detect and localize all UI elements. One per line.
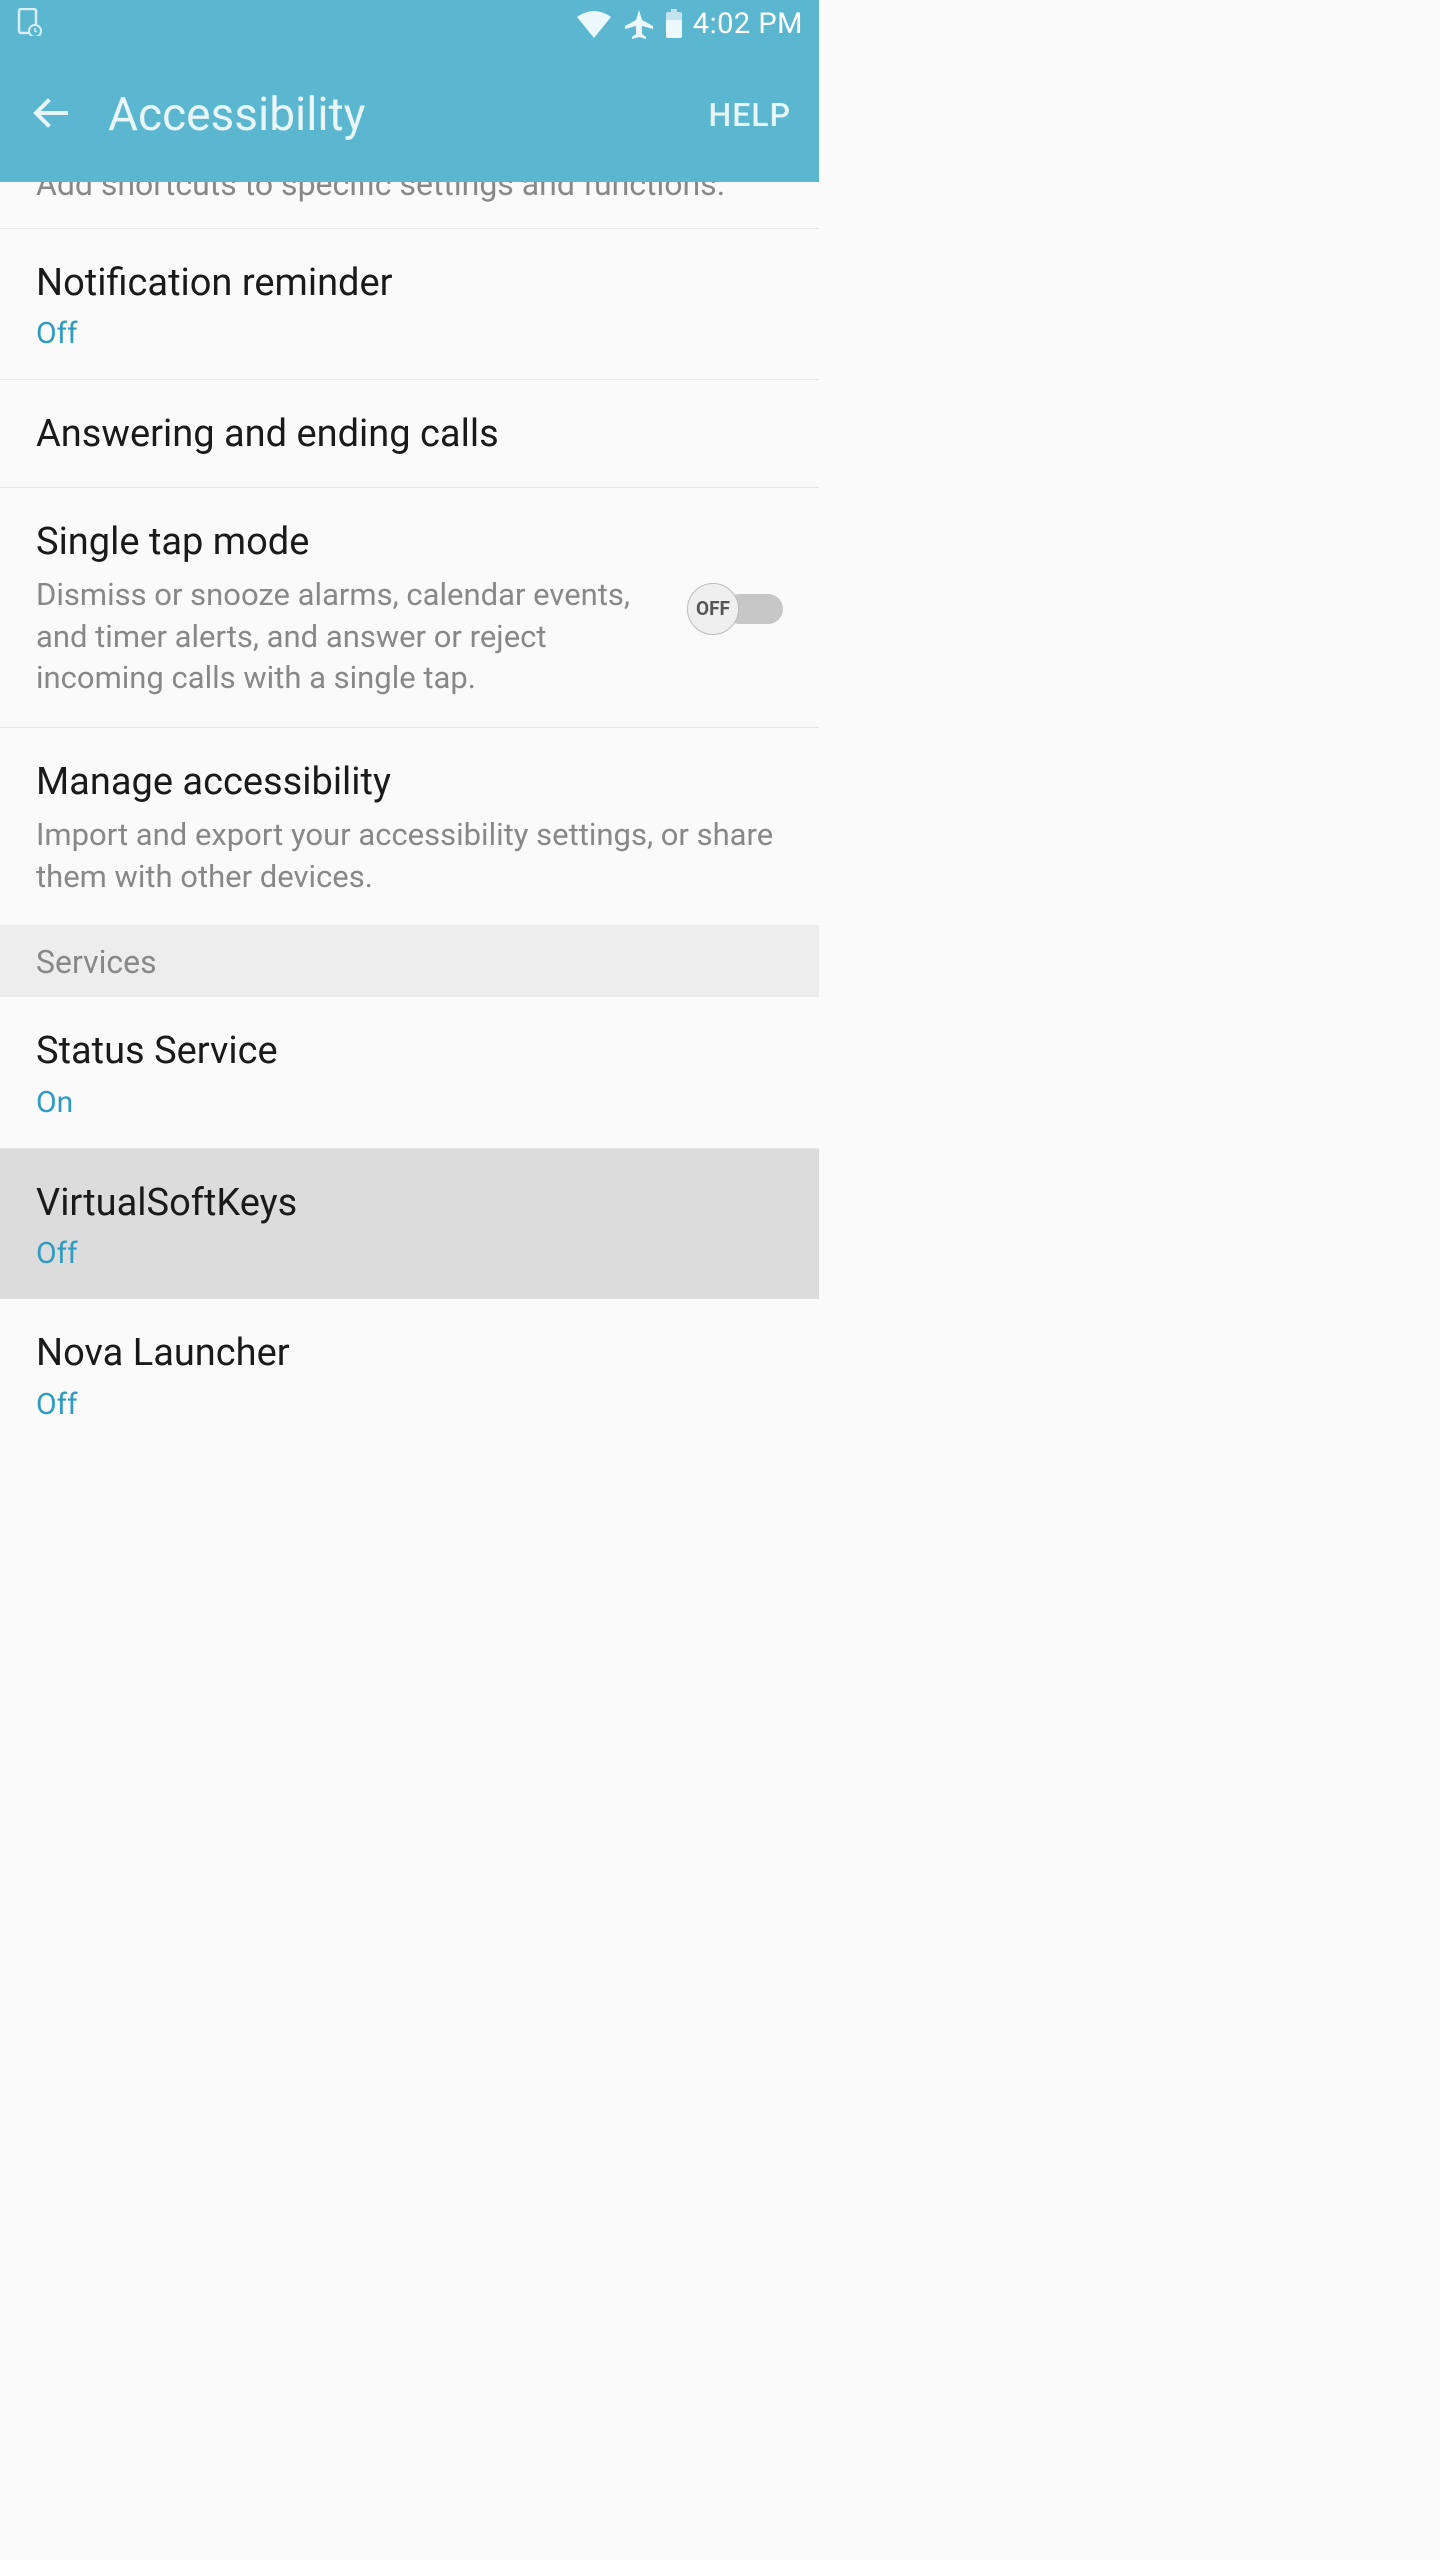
item-title: Answering and ending calls bbox=[36, 410, 783, 459]
help-button[interactable]: HELP bbox=[709, 96, 791, 134]
item-description: Dismiss or snooze alarms, calendar event… bbox=[36, 574, 667, 700]
shortcuts-description: Add shortcuts to specific settings and f… bbox=[0, 182, 819, 229]
app-bar: Accessibility HELP bbox=[0, 48, 819, 182]
status-bar: 4:02 PM bbox=[0, 0, 819, 48]
airplane-icon bbox=[623, 8, 655, 40]
item-title: Notification reminder bbox=[36, 259, 783, 308]
tablet-clock-icon bbox=[16, 8, 42, 40]
item-title: VirtualSoftKeys bbox=[36, 1179, 783, 1228]
nova-launcher-item[interactable]: Nova Launcher Off bbox=[0, 1299, 819, 1440]
services-section-header: Services bbox=[0, 925, 819, 997]
status-left bbox=[16, 8, 42, 40]
status-time: 4:02 PM bbox=[693, 7, 803, 41]
notification-reminder-item[interactable]: Notification reminder Off bbox=[0, 229, 819, 380]
status-service-item[interactable]: Status Service On bbox=[0, 997, 819, 1148]
page-title: Accessibility bbox=[108, 88, 365, 142]
back-arrow-icon[interactable] bbox=[30, 92, 72, 138]
item-status: Off bbox=[36, 316, 783, 351]
answering-ending-calls-item[interactable]: Answering and ending calls bbox=[0, 380, 819, 488]
virtualsoftkeys-item[interactable]: VirtualSoftKeys Off bbox=[0, 1149, 819, 1299]
status-right: 4:02 PM bbox=[575, 7, 803, 41]
item-status: Off bbox=[36, 1236, 783, 1271]
item-status: On bbox=[36, 1085, 783, 1120]
manage-accessibility-item[interactable]: Manage accessibility Import and export y… bbox=[0, 728, 819, 925]
toggle-knob: OFF bbox=[687, 583, 739, 635]
item-title: Nova Launcher bbox=[36, 1329, 783, 1378]
item-title: Single tap mode bbox=[36, 518, 667, 567]
item-title: Status Service bbox=[36, 1027, 783, 1076]
content-area: Add shortcuts to specific settings and f… bbox=[0, 182, 819, 1440]
single-tap-toggle[interactable]: OFF bbox=[687, 587, 783, 631]
wifi-icon bbox=[575, 9, 613, 39]
item-status: Off bbox=[36, 1387, 783, 1422]
battery-icon bbox=[665, 9, 683, 39]
item-title: Manage accessibility bbox=[36, 758, 783, 807]
single-tap-mode-item[interactable]: Single tap mode Dismiss or snooze alarms… bbox=[0, 488, 819, 728]
item-description: Import and export your accessibility set… bbox=[36, 814, 783, 898]
